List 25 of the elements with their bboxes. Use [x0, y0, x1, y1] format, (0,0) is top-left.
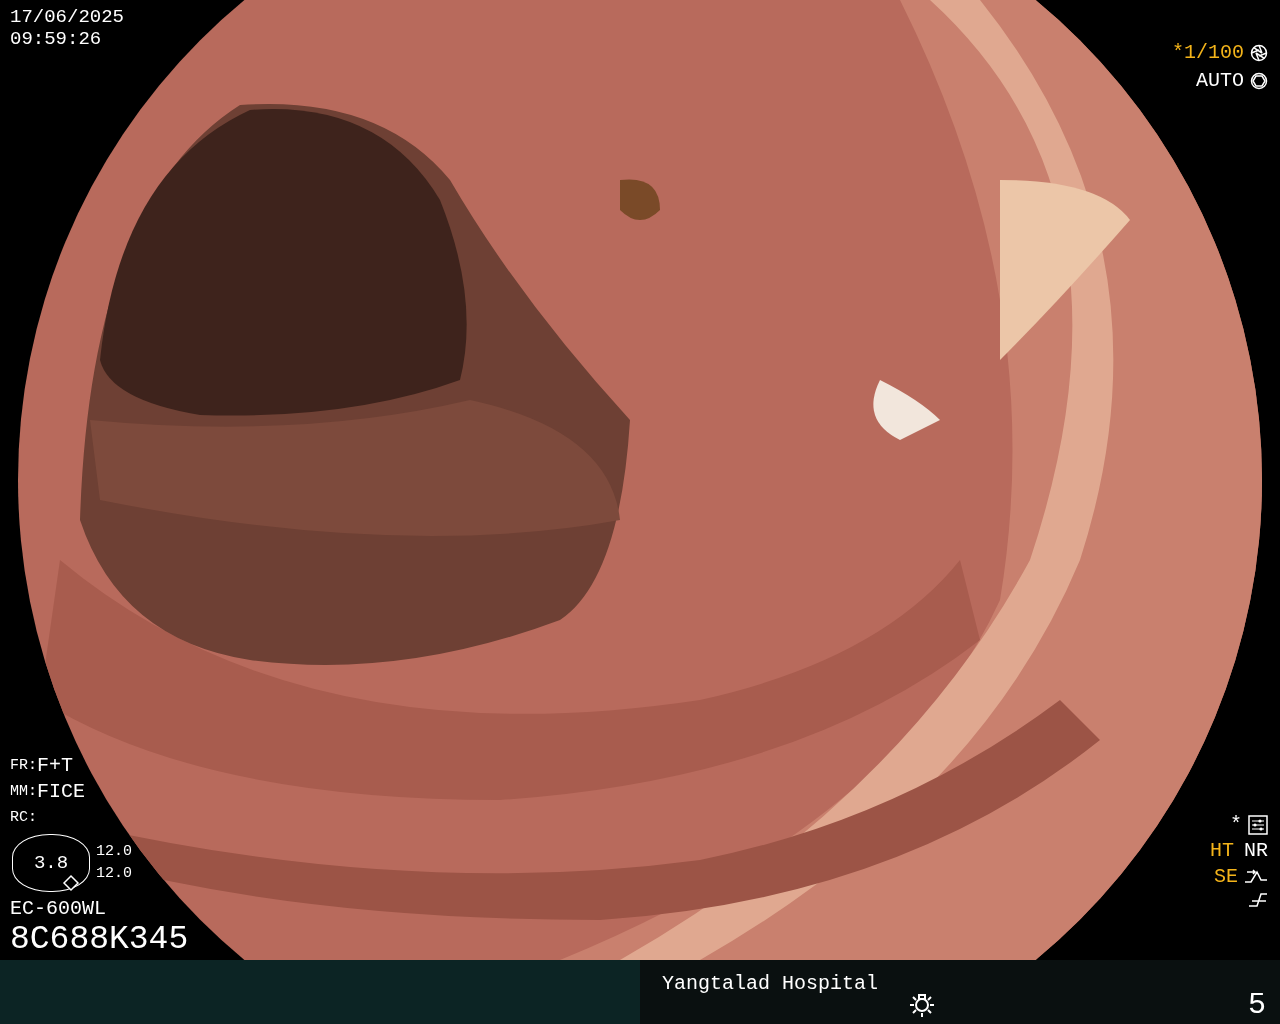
processing-label: NR — [1244, 838, 1268, 864]
sliders-icon — [1248, 815, 1268, 835]
scope-serial: 8C688K345 — [10, 922, 189, 958]
aperture-icon — [1250, 72, 1268, 90]
date-text: 17/06/2025 — [10, 6, 126, 28]
setting-label: FR: — [10, 756, 37, 774]
preset-mark: * — [1230, 812, 1242, 838]
zoom-reading: 12.0 — [96, 864, 132, 884]
scope-model: EC-600WL — [10, 896, 107, 922]
curve-icon — [1244, 868, 1268, 886]
setting-value: F+T — [37, 753, 74, 777]
setting-label: MM: — [10, 782, 37, 800]
setting-value: FICE — [37, 779, 86, 803]
hospital-name: Yangtalad Hospital — [662, 972, 879, 995]
shutter-speed: *1/100 — [1172, 40, 1244, 66]
edge-icon — [1248, 890, 1268, 910]
processing-label: HT — [1209, 838, 1234, 864]
setting-label: RC: — [10, 808, 37, 826]
zoom-value: 3.8 — [33, 852, 69, 874]
shutter-icon — [1250, 44, 1268, 62]
zoom-reading: 12.0 — [96, 842, 132, 862]
iris-mode: AUTO — [1196, 68, 1244, 94]
page-number: 5 — [1248, 988, 1266, 1022]
time-text: 09:59:26 — [10, 28, 103, 50]
enhancement-label: SE — [1214, 864, 1238, 890]
